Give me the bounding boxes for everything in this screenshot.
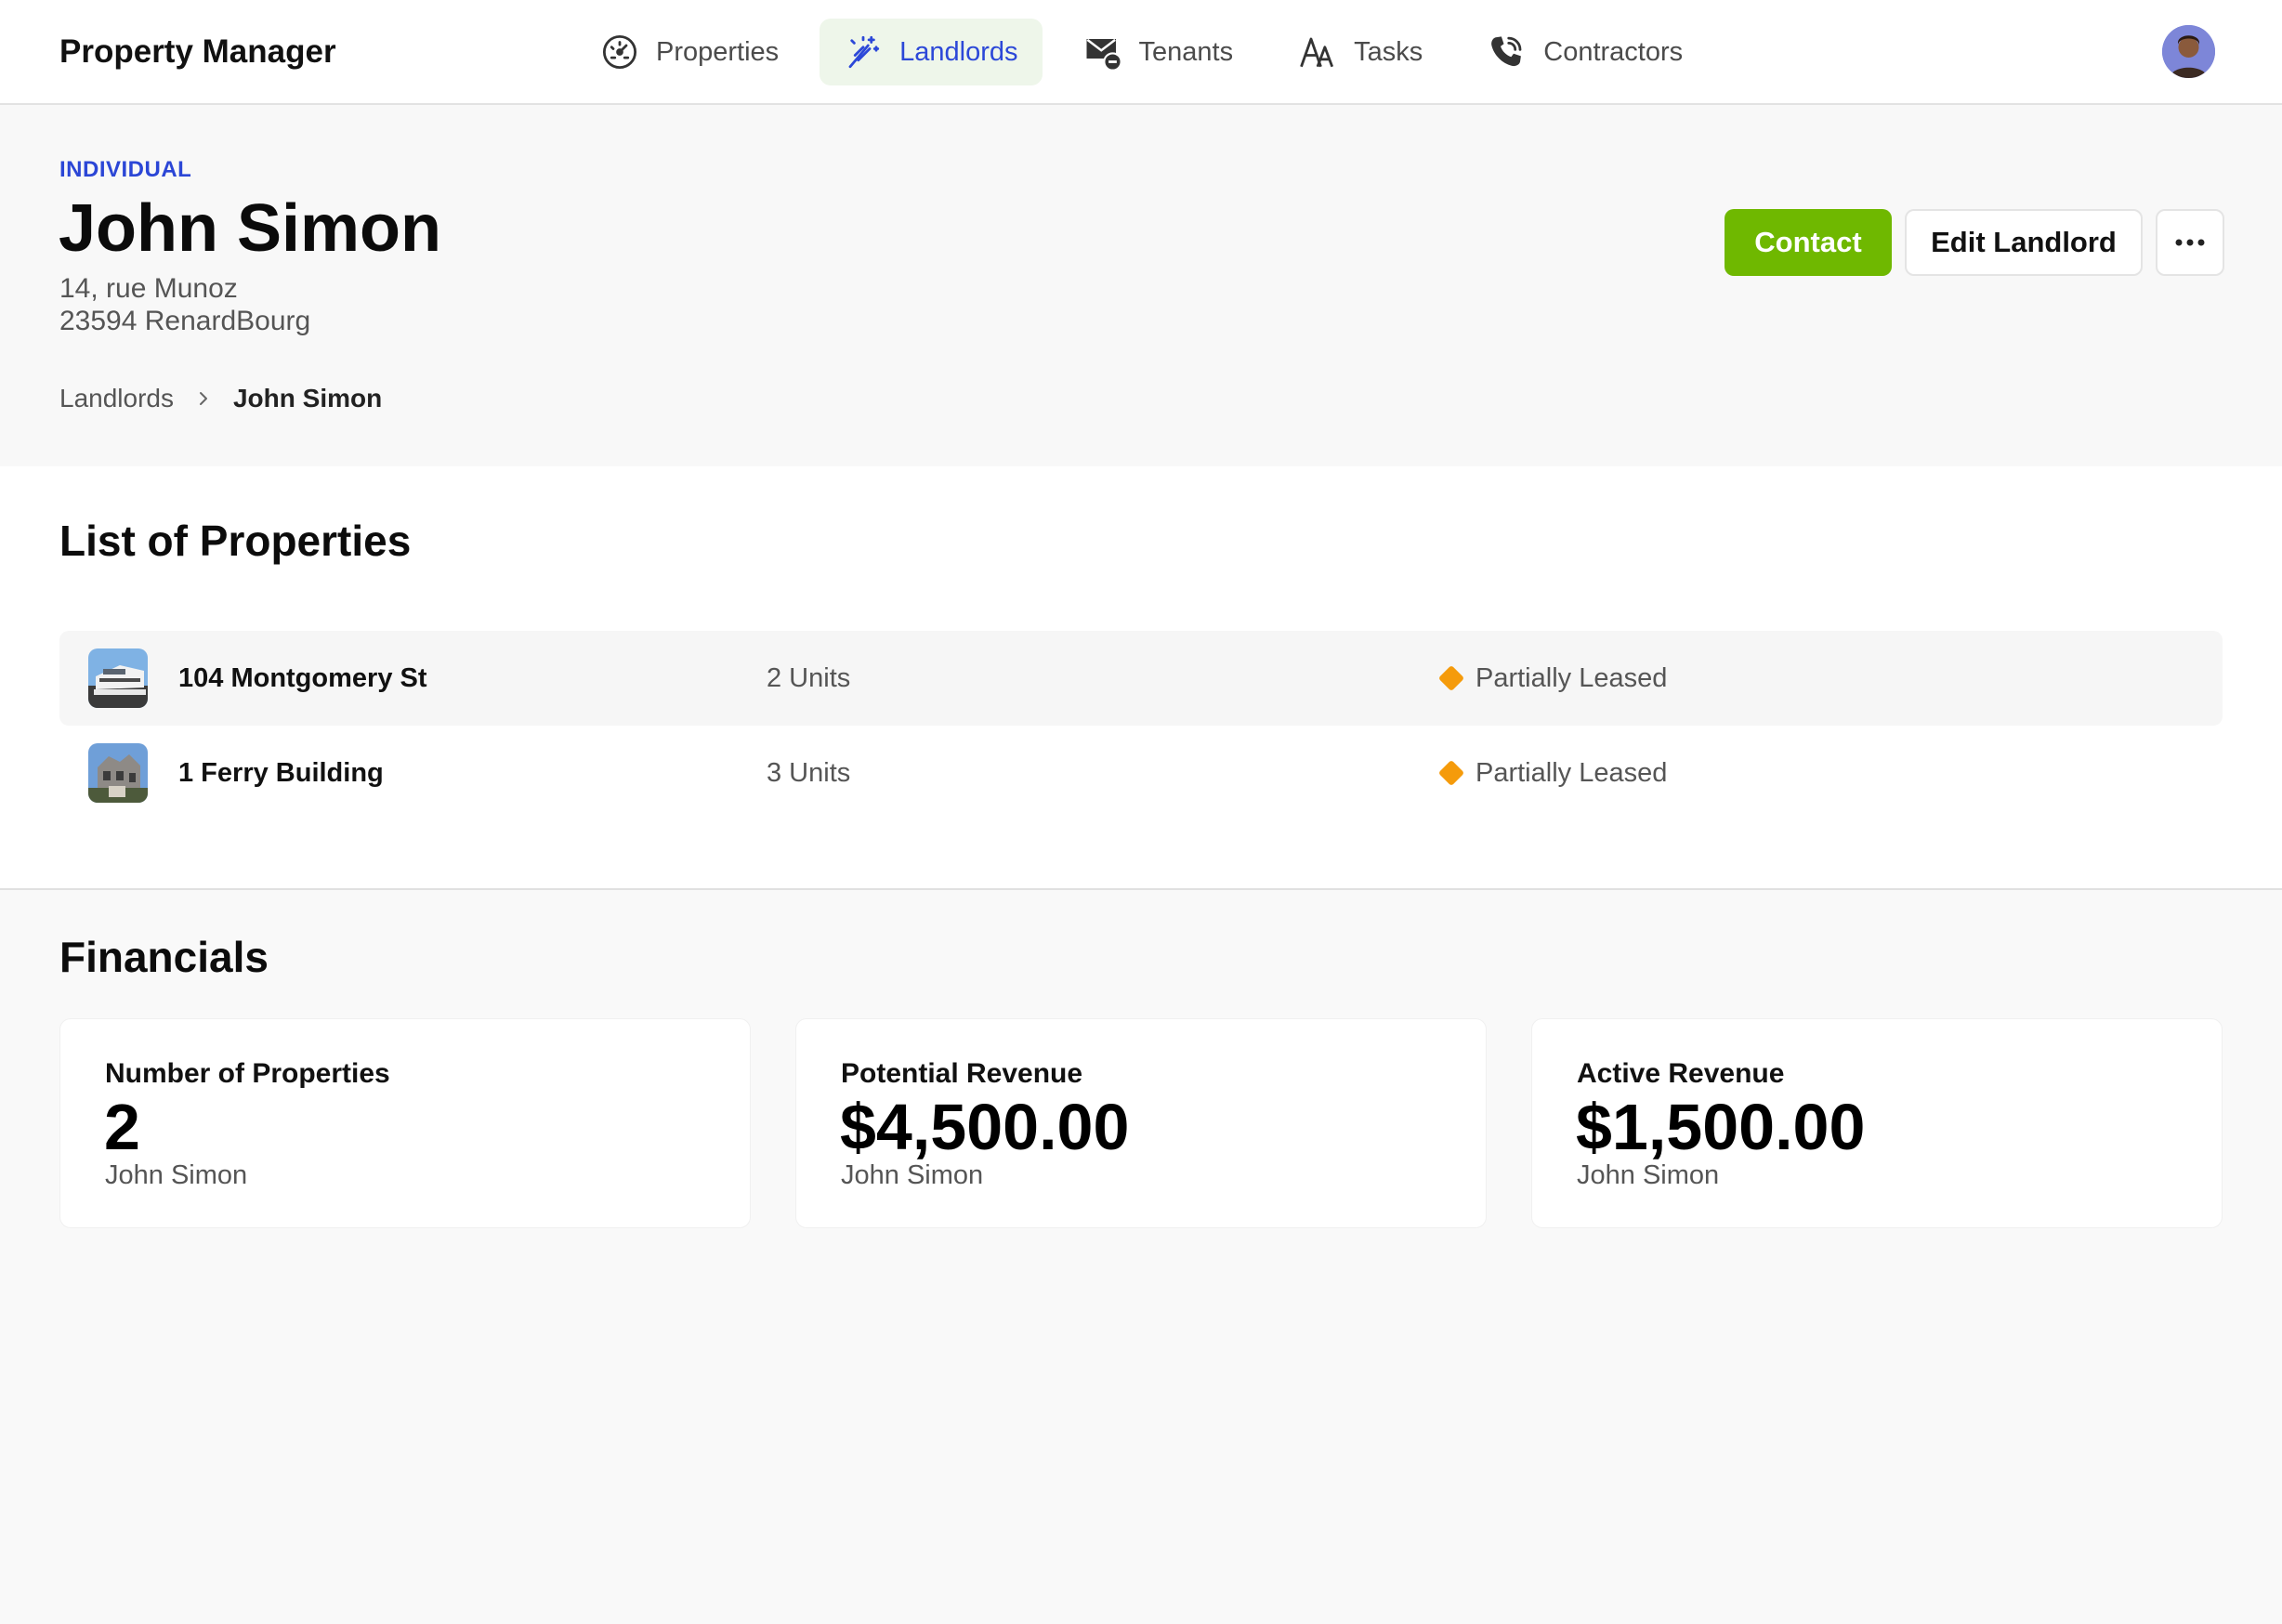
phone-ringing-icon — [1488, 33, 1527, 72]
stat-card-potential-revenue: Potential Revenue $4,500.00 John Simon — [795, 1018, 1487, 1228]
status-diamond-icon — [1437, 664, 1465, 692]
stat-card-active-revenue: Active Revenue $1,500.00 John Simon — [1531, 1018, 2223, 1228]
header-actions: Contact Edit Landlord — [1725, 209, 2224, 276]
property-status: Partially Leased — [1437, 756, 1668, 790]
property-row[interactable]: 104 Montgomery St 2 Units Partially Leas… — [59, 631, 2223, 726]
chevron-right-icon — [194, 389, 213, 408]
stat-card-label: Active Revenue — [1577, 1058, 1785, 1089]
breadcrumb-link-landlords[interactable]: Landlords — [59, 382, 174, 415]
user-avatar[interactable] — [2162, 25, 2215, 78]
property-thumbnail — [88, 743, 148, 803]
breadcrumb: Landlords John Simon — [59, 382, 382, 415]
stat-card-value: 2 — [104, 1091, 140, 1163]
nav-item-landlords[interactable]: Landlords — [820, 19, 1043, 85]
nav-item-contractors[interactable]: Contractors — [1463, 19, 1707, 85]
property-thumbnail — [88, 648, 148, 708]
property-status-label: Partially Leased — [1475, 663, 1668, 693]
nav-item-tenants[interactable]: Tenants — [1059, 19, 1258, 85]
stat-card-subtitle: John Simon — [1577, 1160, 1720, 1190]
more-horizontal-icon — [2174, 238, 2206, 247]
app-title: Property Manager — [59, 33, 336, 70]
speedometer-icon — [600, 33, 639, 72]
property-units: 2 Units — [767, 663, 851, 693]
more-options-button[interactable] — [2156, 209, 2224, 276]
nav-label: Properties — [656, 36, 780, 67]
nav-item-tasks[interactable]: Tasks — [1274, 19, 1447, 85]
address-line-1: 14, rue Munoz — [59, 273, 238, 304]
property-name: 104 Montgomery St — [178, 663, 427, 693]
properties-section-title: List of Properties — [59, 517, 412, 565]
status-diamond-icon — [1437, 759, 1465, 787]
top-navigation-bar: Property Manager Properties Landlords Te… — [0, 0, 2282, 105]
stat-card-value: $4,500.00 — [840, 1091, 1130, 1163]
address-line-2: 23594 RenardBourg — [59, 306, 311, 336]
stat-card-label: Number of Properties — [105, 1058, 390, 1089]
landlord-header: INDIVIDUAL John Simon 14, rue Munoz 2359… — [0, 105, 2282, 466]
property-status: Partially Leased — [1437, 661, 1668, 695]
stat-card-number-of-properties: Number of Properties 2 John Simon — [59, 1018, 751, 1228]
stat-card-label: Potential Revenue — [841, 1058, 1083, 1089]
font-size-icon — [1298, 33, 1337, 72]
nav-label: Tasks — [1354, 36, 1423, 67]
property-list: 104 Montgomery St 2 Units Partially Leas… — [59, 631, 2223, 820]
sparkle-wand-icon — [844, 33, 883, 72]
stat-card-subtitle: John Simon — [105, 1160, 248, 1190]
edit-landlord-button[interactable]: Edit Landlord — [1905, 209, 2143, 276]
nav-item-properties[interactable]: Properties — [576, 19, 803, 85]
financials-section: Financials Number of Properties 2 John S… — [0, 892, 2282, 1624]
nav-label: Landlords — [899, 36, 1018, 67]
page-title: John Simon — [59, 191, 441, 266]
stat-card-value: $1,500.00 — [1576, 1091, 1866, 1163]
property-row[interactable]: 1 Ferry Building 3 Units Partially Lease… — [59, 726, 2223, 820]
nav-label: Tenants — [1138, 36, 1234, 67]
mail-minus-icon — [1083, 33, 1122, 72]
main-nav: Properties Landlords Tenants Tasks Contr… — [576, 19, 1707, 85]
property-status-label: Partially Leased — [1475, 758, 1668, 788]
contact-button[interactable]: Contact — [1725, 209, 1892, 276]
property-name: 1 Ferry Building — [178, 758, 384, 788]
property-units: 3 Units — [767, 758, 851, 788]
landlord-type-label: INDIVIDUAL — [59, 157, 192, 182]
stat-card-subtitle: John Simon — [841, 1160, 984, 1190]
financial-cards: Number of Properties 2 John Simon Potent… — [59, 1018, 2223, 1228]
nav-label: Contractors — [1543, 36, 1684, 67]
properties-section: List of Properties 104 Montgomery St 2 U… — [0, 466, 2282, 890]
financials-section-title: Financials — [59, 933, 269, 981]
breadcrumb-current: John Simon — [232, 384, 383, 413]
